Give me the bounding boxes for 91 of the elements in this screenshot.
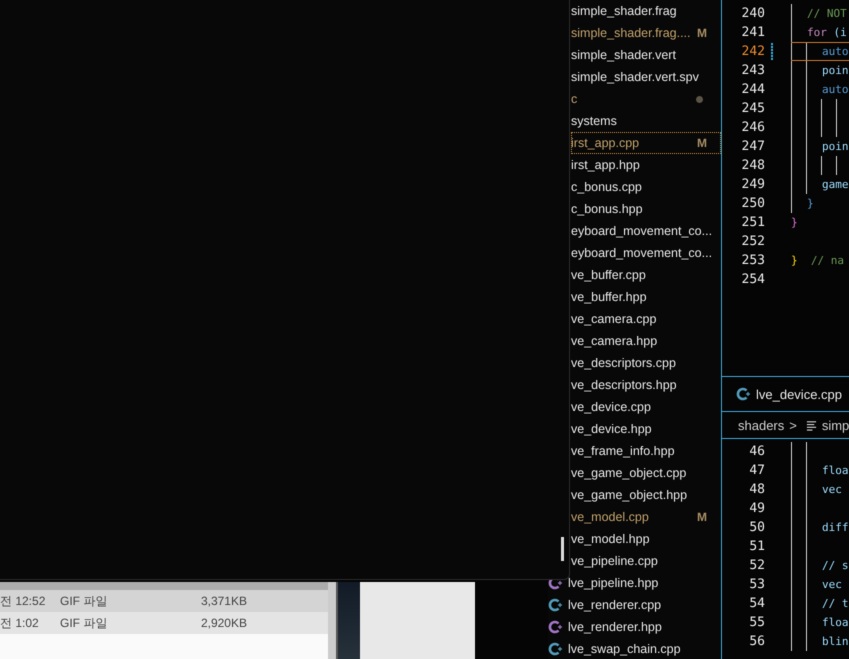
line-number: 246 [740,120,765,135]
c-plus-plus-icon [548,598,562,612]
line-number: 249 [740,177,765,192]
code-line: } [791,216,798,229]
line-number: 48 [748,482,765,497]
line-number: 242 [740,44,765,59]
file-tree-item[interactable]: lve_renderer.cpp [548,594,721,616]
file-tree-item[interactable]: ve_camera.cpp [571,308,721,330]
line-number: 56 [748,634,765,649]
file-tree-item[interactable]: ve_model.hpp [571,528,721,550]
file-time: 전 1:02 [0,614,40,632]
line-number: 244 [740,82,765,97]
code-line: diff [821,521,848,534]
file-type: GIF 파일 [60,592,108,610]
line-number: 253 [740,253,765,268]
line-number: 241 [740,25,765,40]
code-line: auto [821,83,848,96]
line-number: 248 [740,158,765,173]
file-tree-item[interactable]: systems [571,110,721,132]
line-number: 245 [740,101,765,116]
line-number: 252 [740,234,765,249]
file-tree-item[interactable]: eyboard_movement_co... [571,220,721,242]
file-tree-item[interactable]: ve_game_object.cpp [571,462,721,484]
file-tree-item[interactable]: ve_model.cpp M [571,506,721,528]
file-tree-item[interactable]: c_bonus.hpp [571,198,721,220]
breadcrumb-item[interactable]: simp [822,418,849,432]
line-number: 46 [748,444,765,459]
file-tree-item[interactable]: ve_camera.hpp [571,330,721,352]
code-line: blin [821,635,848,648]
line-number: 247 [740,139,765,154]
file-tree-item[interactable]: c [571,88,721,110]
line-number: 243 [740,63,765,78]
line-number: 49 [748,501,765,516]
file-tree-item[interactable]: ve_pipeline.cpp [571,550,721,572]
file-tree-item[interactable]: lve_swap_chain.cpp [548,638,721,659]
file-tree-item[interactable]: ve_frame_info.hpp [571,440,721,462]
file-tree-item[interactable]: ve_descriptors.hpp [571,374,721,396]
line-number: 52 [748,558,765,573]
line-number: 54 [748,596,765,611]
file-tree-item[interactable]: ve_device.cpp [571,396,721,418]
code-line: poin [821,64,848,77]
code-line: } [806,197,814,210]
line-number: 47 [748,463,765,478]
file-tree-item[interactable]: ve_buffer.hpp [571,286,721,308]
line-number: 55 [748,615,765,630]
line-number: 254 [740,272,765,287]
file-tree-item[interactable]: eyboard_movement_co... [571,242,721,264]
code-line: game [821,178,848,191]
file-tree-item[interactable]: simple_shader.vert.spv [571,66,721,88]
file-tree-item[interactable]: irst_app.cpp M [571,132,721,154]
file-tree-item[interactable]: simple_shader.frag.... M [571,22,721,44]
c-plus-plus-icon [736,387,750,401]
editor-tab[interactable]: lve_device.cpp [722,377,842,411]
file-tree-item[interactable]: irst_app.hpp [571,154,721,176]
code-line: floa [821,464,848,477]
file-size: 2,920KB [200,616,247,630]
breadcrumb-item[interactable]: shaders [738,418,784,432]
code-line: vec [821,578,842,591]
line-number: 250 [740,196,765,211]
line-number: 240 [740,6,765,21]
file-time: 전 12:52 [0,592,46,610]
code-line: // s [821,559,848,572]
line-number: 51 [748,539,765,554]
code-line: // NOT [806,7,847,20]
c-plus-plus-icon [548,620,562,634]
file-tree-item[interactable]: ve_descriptors.cpp [571,352,721,374]
pane-splitter[interactable] [328,582,338,659]
text-lines-icon [806,420,817,430]
file-tree-item[interactable]: c_bonus.cpp [571,176,721,198]
change-marker-icon [771,43,773,60]
scrollbar-thumb[interactable] [561,537,564,561]
line-number: 53 [748,577,765,592]
line-number: 50 [748,520,765,535]
file-tree-item[interactable]: simple_shader.frag [571,0,721,22]
file-tree-item[interactable]: ve_device.hpp [571,418,721,440]
file-tree-item[interactable]: ve_game_object.hpp [571,484,721,506]
code-line: for (i [806,26,847,39]
code-line: floa [821,616,848,629]
file-tree-item[interactable]: ve_buffer.cpp [571,264,721,286]
code-line: } // na [791,254,844,267]
file-tree-item[interactable]: lve_renderer.hpp [548,616,721,638]
code-line: // t [821,597,848,610]
code-line: vec [821,483,842,496]
c-plus-plus-icon [548,642,562,656]
line-number: 251 [740,215,765,230]
code-line: auto [821,45,848,58]
breadcrumb-separator: > [789,418,797,432]
code-line: poin [821,140,848,153]
file-tree-item[interactable]: simple_shader.vert [571,44,721,66]
file-size: 3,371KB [200,594,247,608]
file-type: GIF 파일 [60,614,108,632]
